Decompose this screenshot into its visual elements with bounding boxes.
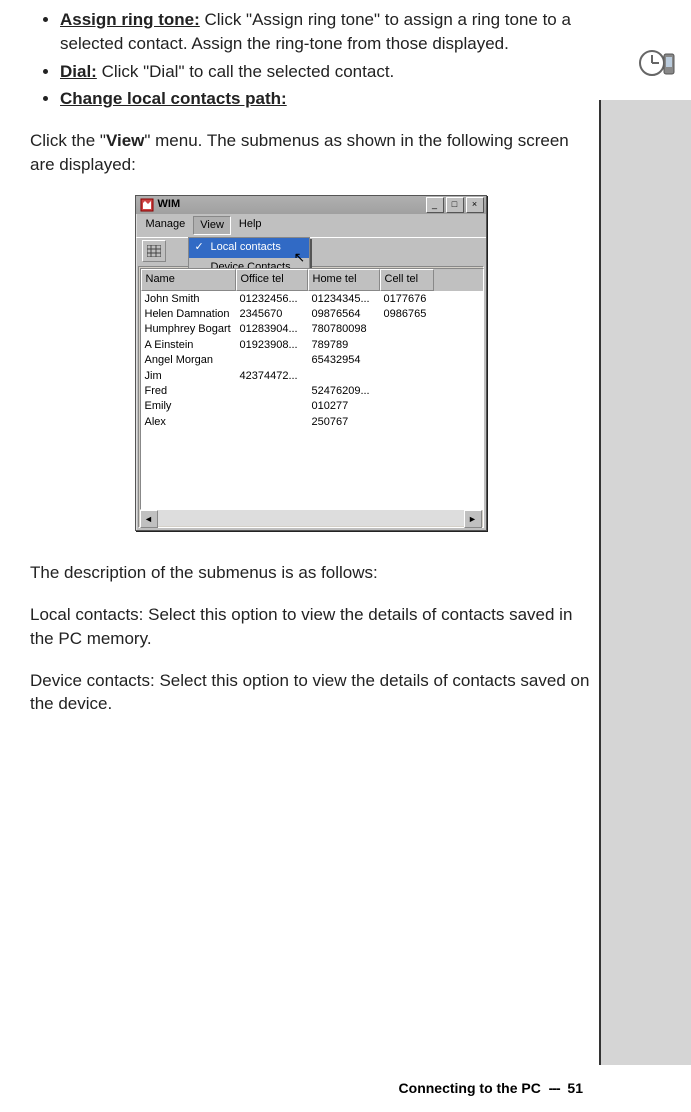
table-row[interactable]: Alex 250767 [141, 415, 483, 430]
table-row[interactable]: Emily 010277 [141, 399, 483, 414]
bullet-label: Dial: [60, 62, 97, 81]
cell-home: 010277 [308, 399, 380, 414]
cell-office: 01232456... [236, 292, 308, 307]
cell-cell [380, 399, 434, 414]
cell-name: Angel Morgan [141, 353, 236, 368]
footer-sep: --- [549, 1080, 560, 1096]
cell-cell [380, 322, 434, 337]
wim-window: WIM _ □ × Manage View Help Local contact… [135, 195, 487, 531]
table-row[interactable]: Humphrey Bogart01283904...780780098 [141, 322, 483, 337]
grid-icon [147, 245, 161, 257]
cell-home: 780780098 [308, 322, 380, 337]
cell-cell [380, 415, 434, 430]
submenu-desc-heading: The description of the submenus is as fo… [30, 561, 591, 585]
bullet-assign-ringtone: Assign ring tone: Click "Assign ring ton… [60, 8, 591, 56]
cell-home: 65432954 [308, 353, 380, 368]
cell-cell: 0986765 [380, 307, 434, 322]
cell-office: 01923908... [236, 338, 308, 353]
bullet-text: Click "Dial" to call the selected contac… [97, 62, 394, 81]
bullet-dial: Dial: Click "Dial" to call the selected … [60, 60, 591, 84]
cell-office [236, 353, 308, 368]
table-header: Name Office tel Home tel Cell tel [141, 269, 483, 290]
page-footer: Connecting to the PC --- 51 [399, 1080, 583, 1096]
local-contacts-desc: Local contacts: Select this option to vi… [30, 603, 591, 651]
bullet-label: Change local contacts path: [60, 89, 287, 108]
feature-bullets: Assign ring tone: Click "Assign ring ton… [30, 8, 591, 111]
cell-name: Fred [141, 384, 236, 399]
wim-titlebar[interactable]: WIM _ □ × [136, 196, 486, 214]
wim-table-area: Name Office tel Home tel Cell tel John S… [138, 266, 484, 528]
cell-office [236, 399, 308, 414]
cell-name: Emily [141, 399, 236, 414]
table-row[interactable]: Fred 52476209... [141, 384, 483, 399]
cell-name: Humphrey Bogart [141, 322, 236, 337]
cell-name: Jim [141, 369, 236, 384]
cell-cell: 0177676 [380, 292, 434, 307]
minimize-button[interactable]: _ [426, 197, 444, 213]
close-button[interactable]: × [466, 197, 484, 213]
cell-home [308, 369, 380, 384]
menu-help[interactable]: Help [233, 216, 268, 235]
wim-menubar: Manage View Help [136, 214, 486, 237]
footer-page: 51 [567, 1080, 583, 1096]
contacts-table: Name Office tel Home tel Cell tel John S… [140, 268, 484, 510]
cell-office: 01283904... [236, 322, 308, 337]
cell-cell [380, 369, 434, 384]
menu-view[interactable]: View [193, 216, 231, 235]
cell-home: 01234345... [308, 292, 380, 307]
cell-name: Alex [141, 415, 236, 430]
device-contacts-desc: Device contacts: Select this option to v… [30, 669, 591, 717]
page-divider [599, 100, 601, 1065]
h-scrollbar[interactable]: ◄ ► [140, 510, 482, 526]
dropdown-local-contacts[interactable]: Local contacts [189, 238, 309, 257]
view-menu-paragraph: Click the "View" menu. The submenus as s… [30, 129, 591, 177]
scroll-track[interactable] [158, 510, 464, 526]
table-row[interactable]: Angel Morgan 65432954 [141, 353, 483, 368]
table-row[interactable]: Helen Damnation2345670098765640986765 [141, 307, 483, 322]
cell-name: John Smith [141, 292, 236, 307]
col-cell[interactable]: Cell tel [380, 269, 434, 290]
wim-title: WIM [158, 197, 424, 212]
grid-button[interactable] [142, 240, 166, 262]
wim-toolbar: Local contacts Device Contacts ↖ [136, 237, 486, 264]
cell-name: A Einstein [141, 338, 236, 353]
scroll-right-button[interactable]: ► [464, 510, 482, 528]
table-body: John Smith01232456...01234345...0177676H… [141, 291, 483, 432]
maximize-button[interactable]: □ [446, 197, 464, 213]
cell-office: 42374472... [236, 369, 308, 384]
cell-office: 2345670 [236, 307, 308, 322]
scroll-left-button[interactable]: ◄ [140, 510, 158, 528]
bullet-label: Assign ring tone: [60, 10, 200, 29]
cell-home: 52476209... [308, 384, 380, 399]
table-row[interactable]: Jim42374472... [141, 369, 483, 384]
cell-home: 09876564 [308, 307, 380, 322]
cell-home: 250767 [308, 415, 380, 430]
cell-cell [380, 353, 434, 368]
table-row[interactable]: John Smith01232456...01234345...0177676 [141, 292, 483, 307]
cell-office [236, 415, 308, 430]
cell-office [236, 384, 308, 399]
page-sidebar [601, 100, 691, 1065]
clock-phone-icon [637, 42, 679, 84]
wim-app-icon [140, 198, 154, 212]
cell-cell [380, 384, 434, 399]
cell-name: Helen Damnation [141, 307, 236, 322]
table-row[interactable]: A Einstein01923908...789789 [141, 338, 483, 353]
bullet-change-path: Change local contacts path: [60, 87, 591, 111]
cell-home: 789789 [308, 338, 380, 353]
cell-cell [380, 338, 434, 353]
menu-manage[interactable]: Manage [140, 216, 192, 235]
col-name[interactable]: Name [141, 269, 236, 290]
col-home[interactable]: Home tel [308, 269, 380, 290]
footer-section: Connecting to the PC [399, 1080, 541, 1096]
col-office[interactable]: Office tel [236, 269, 308, 290]
